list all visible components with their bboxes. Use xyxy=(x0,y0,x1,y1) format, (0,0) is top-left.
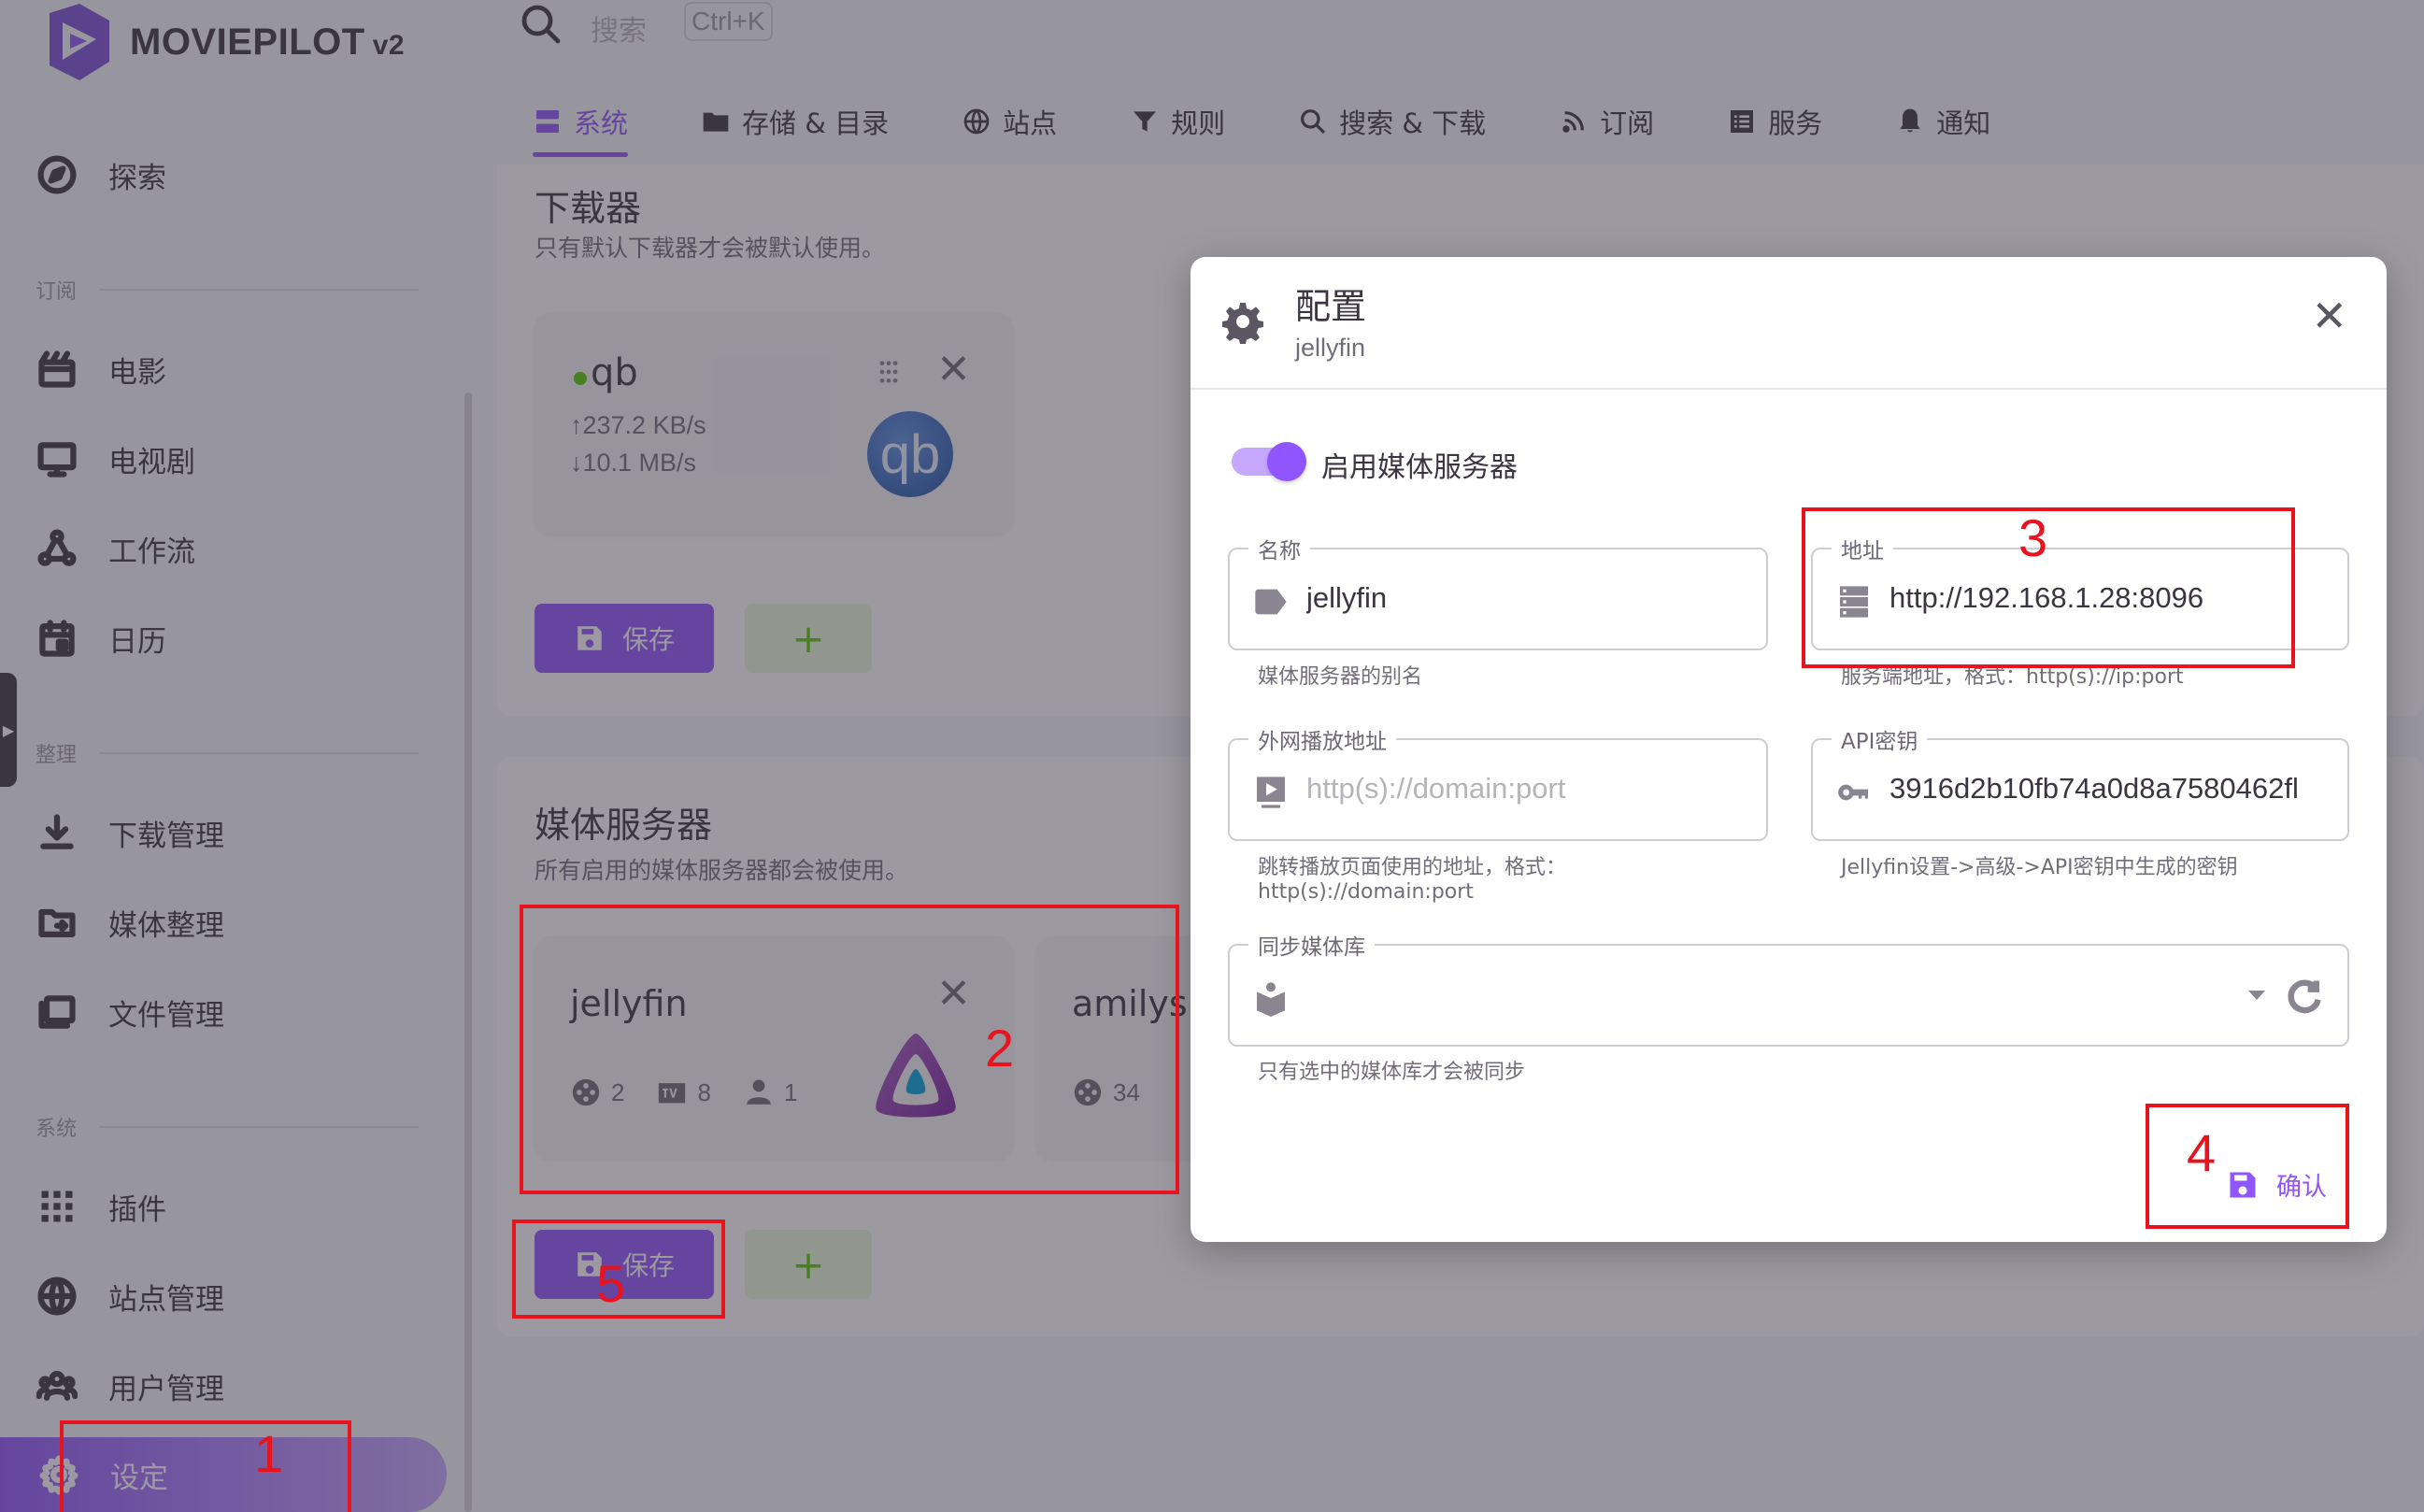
key-icon xyxy=(1838,784,1868,801)
name-field[interactable]: 名称 jellyfin xyxy=(1228,533,1768,650)
enable-toggle-label: 启用媒体服务器 xyxy=(1321,451,1518,484)
annotation-box-4 xyxy=(2146,1104,2349,1229)
annotation-box-2 xyxy=(520,905,1179,1194)
api-key-hint: Jellyfin设置->高级->API密钥中生成的密钥 xyxy=(1841,856,2238,879)
toggle-knob xyxy=(1267,442,1306,481)
name-hint: 媒体服务器的别名 xyxy=(1258,665,1423,689)
gear-icon xyxy=(1222,303,1263,344)
play-screen-icon xyxy=(1257,777,1285,808)
field-label: 同步媒体库 xyxy=(1248,929,1375,961)
annotation-number: 4 xyxy=(2187,1123,2217,1182)
close-icon[interactable]: ✕ xyxy=(2311,294,2347,337)
hint-line: http(s)://domain:port xyxy=(1258,880,1474,905)
public-url-field[interactable]: 外网播放地址 http(s)://domain:port xyxy=(1228,723,1768,841)
hint-line: 跳转播放页面使用的地址，格式： xyxy=(1258,856,1567,879)
public-url-input[interactable]: http(s)://domain:port xyxy=(1306,772,1747,806)
config-dialog: 配置 jellyfin ✕ 启用媒体服务器 名称 jellyfin 媒体服务器的… xyxy=(1191,257,2387,1242)
library-icon xyxy=(1257,982,1285,1017)
annotation-box-1 xyxy=(60,1420,351,1512)
dialog-subtitle: jellyfin xyxy=(1295,334,1366,362)
api-key-input[interactable]: 3916d2b10fb74a0d8a7580462fl xyxy=(1889,772,2329,806)
chevron-down-icon[interactable] xyxy=(2248,991,2265,1000)
annotation-number: 5 xyxy=(596,1254,626,1313)
field-label: 名称 xyxy=(1248,533,1310,564)
field-label: 外网播放地址 xyxy=(1248,723,1396,755)
name-input[interactable]: jellyfin xyxy=(1306,581,1747,615)
address-hint: 服务端地址，格式：http(s)://ip:port xyxy=(1841,665,2184,689)
refresh-icon[interactable] xyxy=(2284,976,2325,1017)
annotation-box-3 xyxy=(1802,507,2295,668)
annotation-number: 3 xyxy=(2018,508,2048,567)
enable-media-server-toggle[interactable] xyxy=(1232,442,1306,481)
divider xyxy=(1191,388,2387,390)
annotation-number: 2 xyxy=(985,1019,1015,1077)
api-key-field[interactable]: API密钥 3916d2b10fb74a0d8a7580462fl xyxy=(1811,723,2349,841)
sync-library-hint: 只有选中的媒体库才会被同步 xyxy=(1258,1061,1526,1084)
sync-library-select[interactable]: 同步媒体库 xyxy=(1228,929,2349,1047)
tag-icon xyxy=(1255,589,1287,615)
public-url-hint: 跳转播放页面使用的地址，格式： http(s)://domain:port xyxy=(1258,856,1566,906)
dialog-title: 配置 xyxy=(1295,286,1367,327)
annotation-number: 1 xyxy=(254,1424,284,1483)
field-label: API密钥 xyxy=(1832,723,1928,755)
